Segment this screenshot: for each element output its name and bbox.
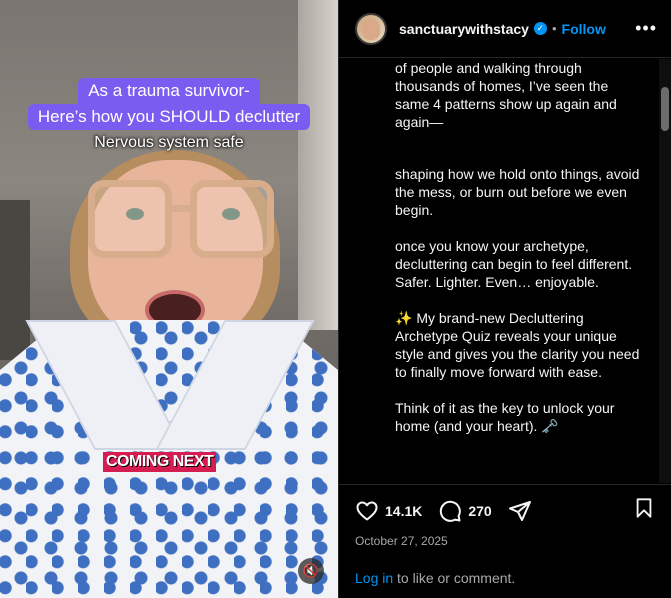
video-caption-line2: Here’s how you SHOULD declutter — [27, 104, 311, 130]
bookmark-icon — [636, 498, 652, 518]
comment-button[interactable]: 270 — [438, 499, 492, 523]
glasses-right-lens — [190, 180, 274, 258]
avatar-portrait — [362, 17, 380, 40]
heart-icon — [356, 501, 378, 520]
caption-paragraph: shaping how we hold onto things, avoid t… — [395, 166, 640, 218]
login-link[interactable]: Log in — [355, 570, 393, 586]
post-side-panel: sanctuarywithstacy ✓ • Follow ••• of peo… — [338, 0, 671, 598]
background-wall — [298, 0, 338, 330]
muted-speaker-icon: 🔇 — [302, 563, 320, 578]
post-actions: 14.1K 270 October 27, 2025 — [339, 484, 671, 548]
caption-scrollbar[interactable] — [659, 59, 671, 483]
caption-paragraph: once you know your archetype, declutteri… — [395, 238, 633, 290]
caption-paragraph: ✨ My brand-new Decluttering Archetype Qu… — [395, 310, 640, 380]
action-row: 14.1K 270 — [355, 497, 655, 524]
post-caption: of people and walking through thousands … — [339, 59, 671, 483]
post-header: sanctuarywithstacy ✓ • Follow ••• — [339, 0, 671, 58]
video-caption-line1: As a trauma survivor- — [78, 78, 260, 104]
save-button[interactable] — [633, 497, 655, 524]
video-player[interactable]: As a trauma survivor- Here’s how you SHO… — [0, 0, 338, 598]
follow-button[interactable]: Follow — [562, 21, 606, 37]
scrollbar-thumb[interactable] — [661, 87, 669, 131]
comment-count: 270 — [468, 502, 492, 519]
like-count: 14.1K — [385, 502, 423, 519]
background-door — [0, 200, 30, 360]
username-link[interactable]: sanctuarywithstacy — [399, 21, 529, 37]
post-date: October 27, 2025 — [355, 534, 448, 548]
more-options-icon[interactable]: ••• — [635, 18, 657, 39]
video-title-caption: As a trauma survivor- Here’s how you SHO… — [20, 78, 318, 130]
share-button[interactable] — [508, 499, 532, 523]
glasses-bridge — [168, 205, 194, 212]
mute-button[interactable]: 🔇 — [298, 558, 324, 584]
verified-badge-icon: ✓ — [533, 22, 547, 35]
login-prompt-text: to like or comment. — [393, 570, 516, 586]
coming-next-label: COMING NEXT — [103, 452, 217, 472]
login-prompt: Log in to like or comment. — [355, 570, 515, 586]
separator-dot: • — [551, 21, 557, 36]
caption-paragraph: Think of it as the key to unlock your ho… — [395, 400, 615, 434]
glasses-left-lens — [88, 180, 172, 258]
caption-paragraph: of people and walking through thousands … — [395, 60, 617, 130]
instagram-post-viewer: As a trauma survivor- Here’s how you SHO… — [0, 0, 671, 598]
avatar[interactable] — [355, 12, 387, 45]
like-button[interactable]: 14.1K — [355, 499, 422, 523]
share-icon — [508, 500, 531, 521]
video-subtitle: Nervous system safe — [94, 134, 244, 151]
comment-icon — [440, 500, 462, 522]
